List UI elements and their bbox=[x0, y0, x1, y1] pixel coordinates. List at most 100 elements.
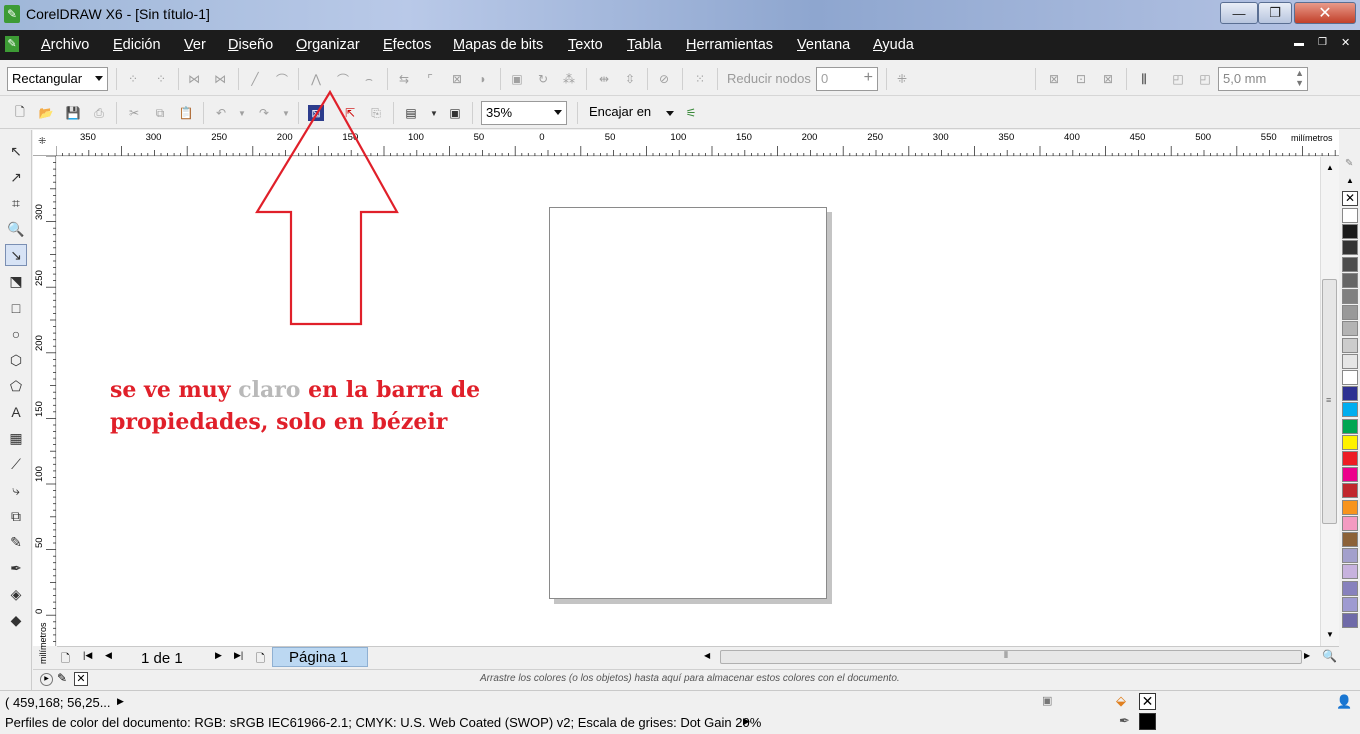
color-swatch[interactable] bbox=[1342, 499, 1358, 515]
cut-icon[interactable]: ✂ bbox=[126, 105, 142, 121]
outline-pen-icon[interactable]: ✒ bbox=[1119, 713, 1130, 729]
horizontal-reflect-icon[interactable]: ⇹ bbox=[596, 71, 612, 87]
docpal-no-color-swatch[interactable]: ✕ bbox=[74, 672, 88, 686]
new-document-icon[interactable]: 🗋 bbox=[12, 105, 28, 121]
color-swatch[interactable] bbox=[1342, 434, 1358, 450]
document-info-icon[interactable]: ▣ bbox=[1042, 694, 1052, 707]
color-profiles-expand-icon[interactable]: ▶ bbox=[743, 716, 750, 727]
select-all-nodes-icon[interactable]: ⁙ bbox=[692, 71, 708, 87]
docpal-eyedropper-icon[interactable]: ✎ bbox=[57, 671, 67, 685]
color-swatch[interactable] bbox=[1342, 224, 1358, 240]
zoom-navigator-icon[interactable]: 🔍 bbox=[1322, 649, 1337, 663]
no-color-swatch[interactable]: ✕ bbox=[1342, 191, 1358, 206]
ruler-origin-icon[interactable]: ⁜ bbox=[38, 136, 46, 147]
color-swatch[interactable] bbox=[1342, 353, 1358, 369]
rectangle-tool-icon[interactable]: □ bbox=[5, 297, 27, 319]
copy-icon[interactable]: ⧉ bbox=[152, 105, 168, 121]
page-tab[interactable]: Página 1 bbox=[272, 647, 368, 667]
frame-icon[interactable]: ⊠ bbox=[1046, 71, 1062, 87]
color-swatch[interactable] bbox=[1342, 580, 1358, 596]
color-swatch[interactable] bbox=[1342, 613, 1358, 628]
menu-organizar[interactable]: Organizar bbox=[296, 37, 360, 53]
menu-efectos[interactable]: Efectos bbox=[383, 37, 431, 53]
align-nodes-icon[interactable]: ⁂ bbox=[561, 71, 577, 87]
menu-archivo[interactable]: Archivo bbox=[41, 37, 89, 53]
smooth-node-icon[interactable]: ⌒ bbox=[335, 71, 351, 87]
zoom-select[interactable]: 35% bbox=[481, 101, 567, 125]
scroll-up-icon[interactable]: ▲ bbox=[1326, 163, 1334, 172]
to-curve-icon[interactable]: ⌒ bbox=[274, 71, 290, 87]
color-swatch[interactable] bbox=[1342, 418, 1358, 434]
color-swatch[interactable] bbox=[1342, 564, 1358, 580]
add-page-before-icon[interactable]: 🗋 bbox=[61, 650, 70, 669]
color-swatch[interactable] bbox=[1342, 532, 1358, 547]
first-page-icon[interactable]: |◀ bbox=[83, 650, 92, 661]
color-swatch[interactable] bbox=[1342, 240, 1358, 256]
add-node-icon[interactable]: ⁘ bbox=[125, 71, 141, 87]
menu-edición[interactable]: Edición bbox=[113, 37, 161, 53]
welcome-screen-icon[interactable]: ▣ bbox=[447, 105, 463, 121]
docpal-menu-icon[interactable]: ▶ bbox=[40, 673, 53, 686]
fill-none-swatch[interactable]: ✕ bbox=[1139, 693, 1156, 710]
palette-up-icon[interactable]: ▲ bbox=[1346, 176, 1354, 185]
user-icon[interactable]: 👤 bbox=[1336, 694, 1352, 710]
basic-shapes-tool-icon[interactable]: ⬠ bbox=[5, 375, 27, 397]
ellipse-tool-icon[interactable]: ○ bbox=[5, 323, 27, 345]
undo-icon[interactable]: ↶ bbox=[213, 105, 229, 121]
fill-bucket-icon[interactable]: ⬙ bbox=[1116, 693, 1126, 709]
interactive-fill-tool-icon[interactable]: ◆ bbox=[5, 609, 27, 631]
cusp-node-icon[interactable]: ⋀ bbox=[308, 71, 324, 87]
color-swatch[interactable] bbox=[1342, 305, 1358, 321]
smart-fill-tool-icon[interactable]: ⬔ bbox=[5, 270, 27, 292]
join-nodes-icon[interactable]: ⋈ bbox=[186, 71, 202, 87]
curve-smoothness-icon[interactable]: ⁜ bbox=[894, 71, 910, 87]
connector-tool-icon[interactable]: ⤷ bbox=[5, 479, 27, 501]
table-tool-icon[interactable]: ▦ bbox=[5, 427, 27, 449]
close-button[interactable]: ✕ bbox=[1294, 2, 1356, 24]
palette-scroll-up-icon[interactable]: ✎ bbox=[1345, 158, 1353, 169]
color-swatch[interactable] bbox=[1342, 289, 1358, 304]
horizontal-ruler[interactable]: ⁜ 350 300 250 200 150 100 50 0 50 100 150 200 250 300… bbox=[33, 130, 1339, 156]
menu-ayuda[interactable]: Ayuda bbox=[873, 37, 914, 53]
elastic-mode-icon[interactable]: ⊘ bbox=[656, 71, 672, 87]
menu-ventana[interactable]: Ventana bbox=[797, 37, 850, 53]
color-swatch[interactable] bbox=[1342, 272, 1358, 288]
text-tool-icon[interactable]: A bbox=[5, 401, 27, 423]
red-arrow-annotation[interactable] bbox=[250, 90, 410, 330]
previous-page-icon[interactable]: ◀ bbox=[105, 650, 112, 661]
vertical-reflect-icon[interactable]: ⇳ bbox=[622, 71, 638, 87]
color-swatch[interactable] bbox=[1342, 451, 1358, 466]
outline-width-stepper-icon[interactable]: ▲ ▼ bbox=[1295, 68, 1304, 88]
rotate-nodes-icon[interactable]: ↻ bbox=[535, 71, 551, 87]
selection-mode-select[interactable]: Rectangular bbox=[7, 67, 108, 91]
menu-texto[interactable]: Texto bbox=[568, 37, 603, 53]
outline-color-swatch[interactable] bbox=[1139, 713, 1156, 730]
save-icon[interactable]: 💾 bbox=[65, 105, 81, 121]
color-swatch[interactable] bbox=[1342, 256, 1358, 272]
reduce-nodes-field[interactable]: 0 + bbox=[816, 67, 878, 91]
color-swatch[interactable] bbox=[1342, 337, 1358, 353]
shape-tool-icon[interactable]: ↗ bbox=[5, 166, 27, 188]
zoom-tool-icon[interactable]: 🔍 bbox=[5, 218, 27, 240]
blend-tool-icon[interactable]: ⧉ bbox=[5, 505, 27, 527]
menu-herramientas[interactable]: Herramientas bbox=[686, 37, 773, 53]
document-page[interactable] bbox=[549, 207, 827, 599]
outline-width-field[interactable]: 5,0 mm ▲ ▼ bbox=[1218, 67, 1308, 91]
fill-tool-icon[interactable]: ◈ bbox=[5, 583, 27, 605]
delete-node-icon[interactable]: ⁘ bbox=[153, 71, 169, 87]
snap-to-dropdown[interactable]: Encajar en bbox=[589, 104, 675, 122]
symmetric-node-icon[interactable]: ⌢ bbox=[361, 71, 377, 87]
color-swatch[interactable] bbox=[1342, 467, 1358, 483]
cross-frame-icon[interactable]: ⊠ bbox=[1100, 71, 1116, 87]
size-icon[interactable]: ◰ bbox=[1197, 71, 1213, 87]
next-page-icon[interactable]: ▶ bbox=[215, 650, 222, 661]
color-swatch[interactable] bbox=[1342, 208, 1358, 223]
options-icon[interactable]: ⚟ bbox=[683, 105, 699, 121]
extend-curve-icon[interactable]: ⌜ bbox=[422, 71, 438, 87]
menu-mapas-de-bits[interactable]: Mapas de bits bbox=[453, 37, 543, 53]
break-curve-icon[interactable]: ⋈ bbox=[212, 71, 228, 87]
close-curve-icon[interactable]: ◗ bbox=[475, 71, 491, 87]
position-icon[interactable]: ◰ bbox=[1170, 71, 1186, 87]
column-icon[interactable]: ⫼ bbox=[1136, 71, 1152, 87]
stretch-nodes-icon[interactable]: ▣ bbox=[509, 71, 525, 87]
